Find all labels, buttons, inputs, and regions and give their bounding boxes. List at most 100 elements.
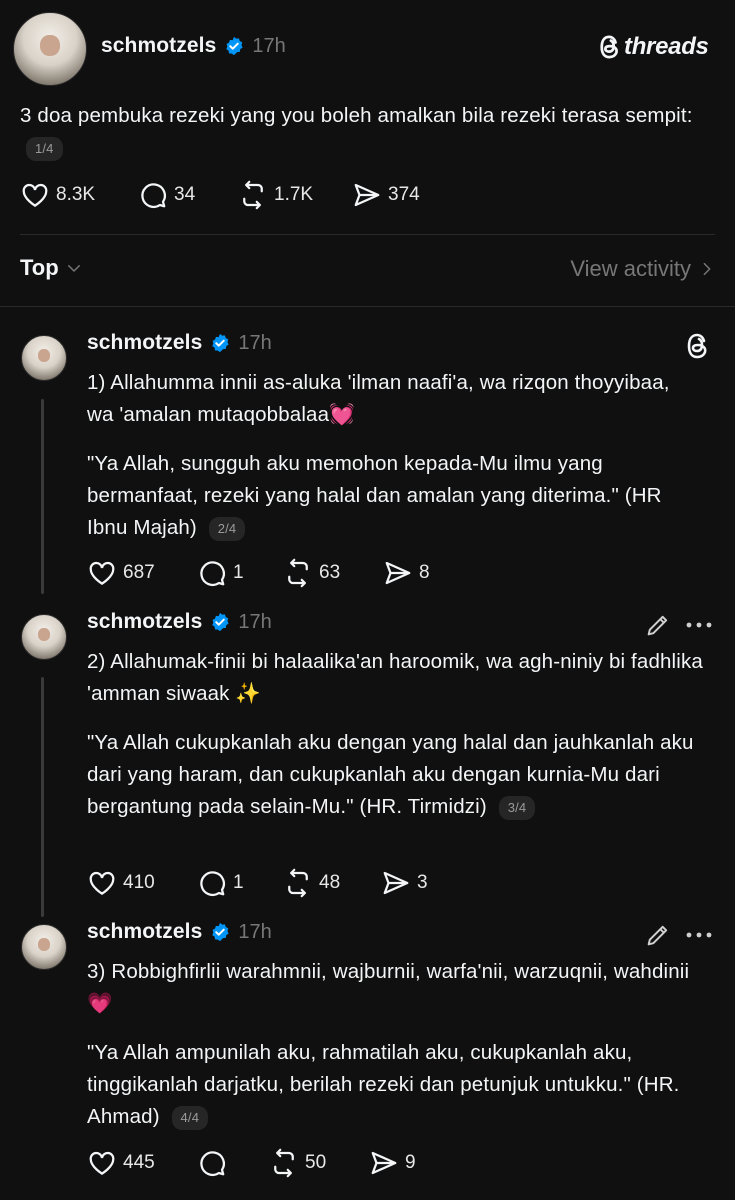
share-button[interactable]: 8 (383, 558, 430, 588)
reply-username[interactable]: schmotzels (87, 920, 202, 944)
author-username[interactable]: schmotzels (101, 34, 216, 58)
reply-button[interactable]: 34 (138, 180, 195, 210)
verified-badge-icon (212, 612, 229, 632)
reply-avatar[interactable] (21, 335, 67, 381)
reply-header: schmotzels 17h (87, 610, 272, 634)
comment-icon (200, 561, 225, 586)
repost-button[interactable]: 48 (283, 868, 340, 898)
share-count: 374 (388, 184, 420, 205)
edit-button[interactable] (644, 921, 672, 954)
reply-count: 1 (233, 872, 244, 893)
page-indicator: 4/4 (171, 1105, 209, 1130)
repost-button[interactable]: 63 (283, 558, 340, 588)
reply-username[interactable]: schmotzels (87, 610, 202, 634)
like-button[interactable]: 8.3K (20, 180, 95, 210)
reply-text: 2) Allahumak-finii bi halaalika'an haroo… (87, 646, 717, 823)
section-divider (20, 234, 715, 235)
like-count: 687 (123, 562, 155, 583)
author-avatar[interactable] (13, 12, 87, 86)
share-button[interactable]: 3 (381, 868, 428, 898)
send-icon (354, 183, 380, 207)
main-post-text: 3 doa pembuka rezeki yang you boleh amal… (20, 100, 710, 164)
threads-logo-icon (687, 333, 707, 359)
edit-button[interactable] (644, 611, 672, 644)
heart-icon (89, 871, 115, 895)
send-icon (383, 871, 409, 895)
verified-badge-icon (226, 36, 243, 56)
reply-translation: "Ya Allah, sungguh aku memohon kepada-Mu… (87, 452, 662, 539)
threads-brand[interactable]: threads (599, 33, 709, 61)
heart-icon (89, 561, 115, 585)
verified-badge-icon (212, 922, 229, 942)
reply-avatar[interactable] (21, 614, 67, 660)
threads-wordmark: threads (624, 33, 709, 60)
share-count: 3 (417, 872, 428, 893)
like-button[interactable]: 445 (87, 1148, 155, 1178)
reply-header: schmotzels 17h (87, 331, 272, 355)
reply-actions: 445 50 9 (87, 1148, 467, 1180)
send-icon (385, 561, 411, 585)
post-time: 17h (252, 34, 286, 57)
reply-translation-wrap: "Ya Allah cukupkanlah aku dengan yang ha… (87, 727, 717, 823)
verified-badge-icon (212, 333, 229, 353)
reply-time: 17h (238, 920, 272, 943)
reply-actions: 410 1 48 3 (87, 868, 467, 900)
reply-username[interactable]: schmotzels (87, 331, 202, 355)
repost-count: 63 (319, 562, 341, 583)
like-button[interactable]: 410 (87, 868, 155, 898)
chevron-down-icon (67, 265, 80, 272)
sort-label: Top (20, 255, 59, 280)
repost-count: 1.7K (274, 184, 314, 205)
reply-doa: 2) Allahumak-finii bi halaalika'an haroo… (87, 650, 703, 705)
heart-icon (22, 183, 48, 207)
repost-icon (274, 1148, 294, 1178)
share-count: 8 (419, 562, 430, 583)
like-count: 410 (123, 872, 155, 893)
sort-divider (0, 306, 735, 307)
more-icon (686, 622, 712, 628)
reply-time: 17h (238, 331, 272, 354)
sort-dropdown[interactable]: Top (20, 255, 83, 281)
reply-button[interactable] (197, 1148, 233, 1178)
reply-count: 34 (174, 184, 196, 205)
share-button[interactable]: 9 (369, 1148, 416, 1178)
like-count: 8.3K (56, 184, 96, 205)
reply-time: 17h (238, 610, 272, 633)
main-post-body: 3 doa pembuka rezeki yang you boleh amal… (20, 104, 693, 127)
thread-connector (41, 677, 44, 917)
main-post-header: schmotzels 17h (101, 34, 286, 58)
more-options-button[interactable] (684, 617, 714, 638)
reply-button[interactable]: 1 (197, 558, 244, 588)
reply-translation: "Ya Allah cukupkanlah aku dengan yang ha… (87, 731, 694, 818)
page-indicator: 3/4 (498, 795, 536, 820)
more-options-button[interactable] (684, 927, 714, 948)
chevron-right-icon (703, 262, 711, 276)
thread-connector (41, 399, 44, 594)
send-icon (371, 1151, 397, 1175)
share-button[interactable]: 374 (352, 180, 420, 210)
view-activity-label: View activity (570, 256, 691, 281)
reply-button[interactable]: 1 (197, 868, 244, 898)
reply-avatar[interactable] (21, 924, 67, 970)
comment-icon (200, 1151, 225, 1176)
heart-icon (89, 1151, 115, 1175)
like-button[interactable]: 687 (87, 558, 155, 588)
comment-icon (141, 183, 166, 208)
more-icon (686, 932, 712, 938)
repost-icon (243, 180, 263, 210)
repost-button[interactable]: 50 (269, 1148, 326, 1178)
reply-header: schmotzels 17h (87, 920, 272, 944)
repost-count: 48 (319, 872, 341, 893)
view-activity-link[interactable]: View activity (570, 256, 715, 282)
threads-app-button[interactable] (684, 332, 712, 365)
repost-icon (288, 558, 308, 588)
main-post-actions: 8.3K 34 1.7K 374 (20, 180, 440, 212)
reply-text: 3) Robbighfirlii warahmnii, wajburnii, w… (87, 956, 707, 1133)
repost-icon (288, 868, 308, 898)
repost-button[interactable]: 1.7K (238, 180, 313, 210)
threads-logo-icon (600, 35, 618, 59)
page-indicator: 2/4 (208, 516, 246, 541)
reply-doa: 1) Allahumma innii as-aluka 'ilman naafi… (87, 371, 670, 426)
like-count: 445 (123, 1152, 155, 1173)
reply-translation-wrap: "Ya Allah, sungguh aku memohon kepada-Mu… (87, 448, 687, 544)
